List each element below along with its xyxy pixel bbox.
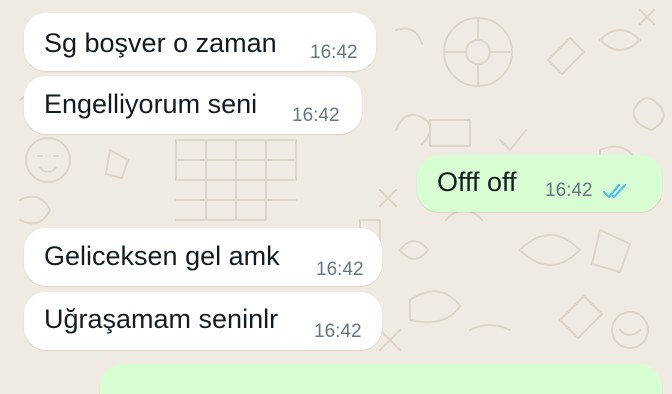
double-check-read-icon bbox=[603, 183, 627, 199]
message-bubble-outgoing[interactable]: Offf off 16:42 bbox=[417, 155, 662, 212]
message-text: Uğraşamam seninlr bbox=[44, 304, 279, 334]
message-timestamp: 16:42 bbox=[316, 259, 364, 280]
message-text: Sg boşver o zaman bbox=[44, 28, 277, 58]
message-bubble-incoming[interactable]: Geliceksen gel amk 16:42 bbox=[24, 228, 382, 286]
message-timestamp: 16:42 bbox=[545, 180, 593, 201]
message-bubble-outgoing-partial[interactable] bbox=[100, 364, 662, 394]
message-timestamp: 16:42 bbox=[292, 105, 340, 126]
message-timestamp: 16:42 bbox=[310, 42, 358, 63]
message-bubble-incoming[interactable]: Uğraşamam seninlr 16:42 bbox=[24, 292, 382, 350]
message-text: Geliceksen gel amk bbox=[44, 241, 280, 271]
message-text: Engelliyorum seni bbox=[44, 89, 258, 119]
message-text: Offf off bbox=[437, 167, 517, 197]
message-bubble-incoming[interactable]: Sg boşver o zaman 16:42 bbox=[24, 13, 376, 71]
message-timestamp: 16:42 bbox=[314, 321, 362, 342]
message-bubble-incoming[interactable]: Engelliyorum seni 16:42 bbox=[24, 76, 362, 134]
